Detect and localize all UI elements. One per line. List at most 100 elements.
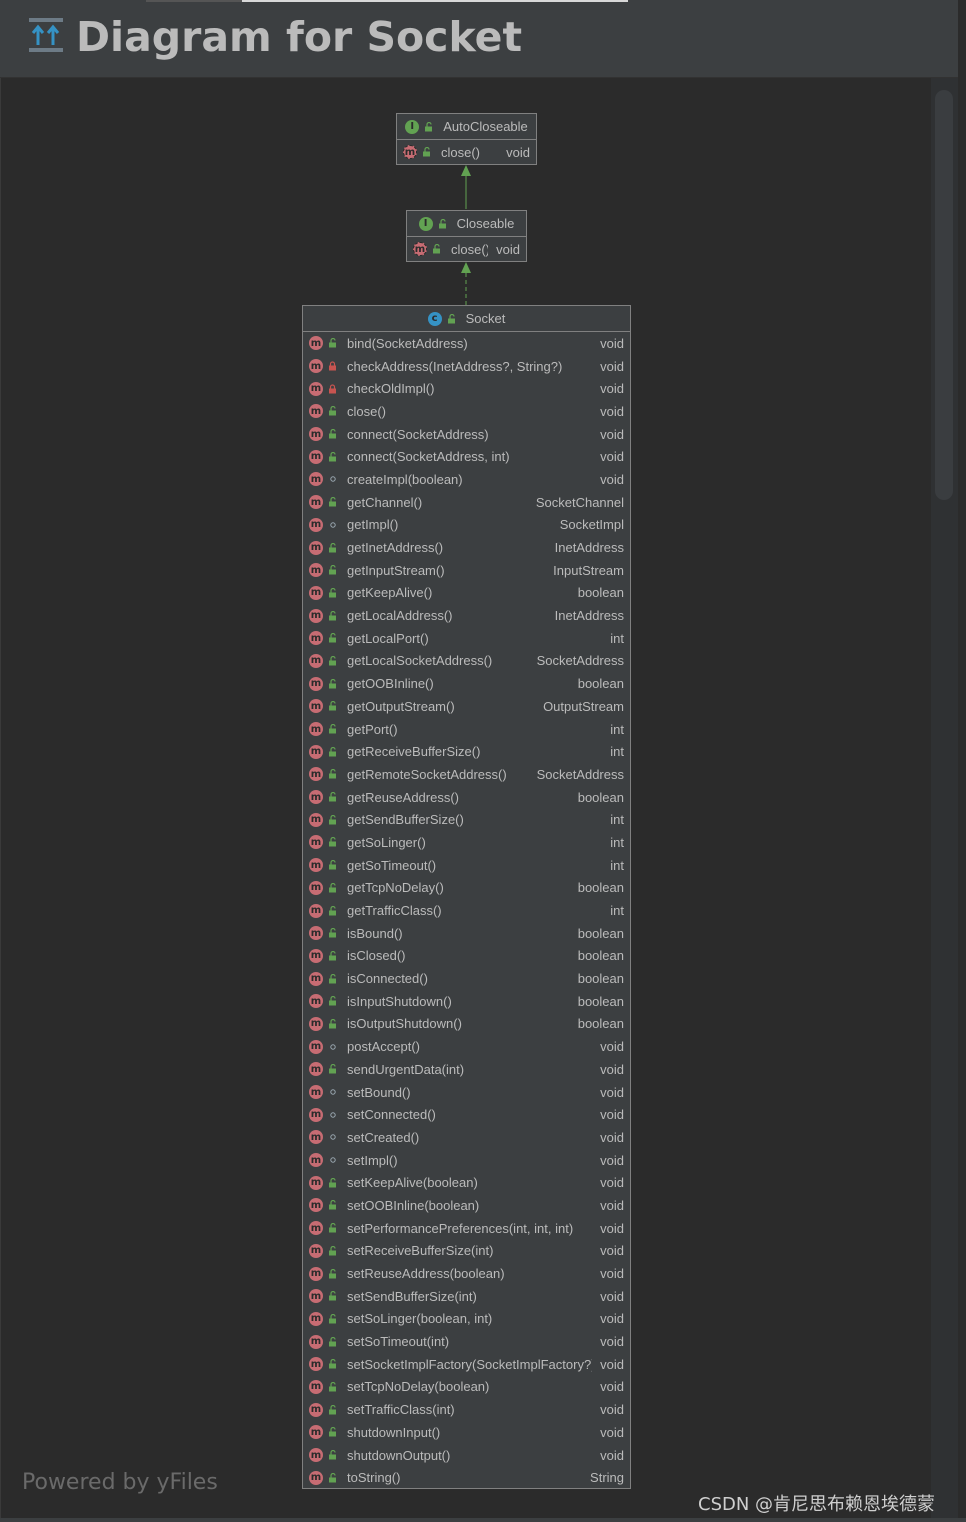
method-name: checkOldImpl() bbox=[347, 381, 435, 397]
method-icon: m bbox=[309, 1198, 323, 1213]
method-return-type: int bbox=[610, 857, 624, 873]
method-row[interactable]: m getPort() int bbox=[303, 718, 630, 741]
method-row[interactable]: m setBound() void bbox=[303, 1081, 630, 1104]
method-row[interactable]: m connect(SocketAddress) void bbox=[303, 423, 630, 446]
method-row[interactable]: m setSendBufferSize(int) void bbox=[303, 1285, 630, 1308]
method-row[interactable]: m getInetAddress() InetAddress bbox=[303, 536, 630, 559]
method-name: sendUrgentData(int) bbox=[347, 1061, 465, 1077]
method-row[interactable]: m getImpl() SocketImpl bbox=[303, 514, 630, 537]
method-row[interactable]: m getLocalSocketAddress() SocketAddress bbox=[303, 650, 630, 673]
method-row[interactable]: m isClosed() boolean bbox=[303, 945, 630, 968]
method-name: setTcpNoDelay(boolean) bbox=[347, 1379, 490, 1395]
method-row[interactable]: m setOOBInline(boolean) void bbox=[303, 1194, 630, 1217]
method-name: toString() bbox=[347, 1470, 401, 1486]
public-lock-icon bbox=[424, 121, 434, 132]
method-row[interactable]: m setSoTimeout(int) void bbox=[303, 1330, 630, 1353]
method-row[interactable]: m close() void bbox=[407, 237, 526, 261]
method-name: getReuseAddress() bbox=[347, 789, 459, 805]
method-return-type: InputStream bbox=[553, 562, 624, 578]
package-private-icon bbox=[328, 1042, 338, 1052]
node-autocloseable[interactable]: I AutoCloseable m close() void bbox=[396, 113, 537, 165]
public-lock-icon bbox=[328, 1336, 338, 1347]
method-name: isInputShutdown() bbox=[347, 993, 452, 1009]
method-row[interactable]: m setPerformancePreferences(int, int, int… bbox=[303, 1217, 630, 1240]
method-row[interactable]: m getReceiveBufferSize() int bbox=[303, 740, 630, 763]
method-return-type: void bbox=[600, 1152, 624, 1168]
method-row[interactable]: m getOOBInline() boolean bbox=[303, 672, 630, 695]
method-row[interactable]: m connect(SocketAddress, int) void bbox=[303, 445, 630, 468]
method-return-type: void bbox=[600, 1084, 624, 1100]
method-row[interactable]: m setImpl() void bbox=[303, 1149, 630, 1172]
method-row[interactable]: m bind(SocketAddress) void bbox=[303, 332, 630, 355]
method-row[interactable]: m setKeepAlive(boolean) void bbox=[303, 1171, 630, 1194]
method-row[interactable]: m checkAddress(InetAddress?, String?) void bbox=[303, 355, 630, 378]
method-row[interactable]: m isBound() boolean bbox=[303, 922, 630, 945]
method-icon: m bbox=[309, 1266, 323, 1281]
method-return-type: int bbox=[610, 834, 624, 850]
method-icon: m bbox=[309, 1289, 323, 1304]
public-lock-icon bbox=[328, 950, 338, 961]
node-closeable-methods: m close() void bbox=[407, 237, 526, 261]
method-row[interactable]: m checkOldImpl() void bbox=[303, 377, 630, 400]
method-return-type: boolean bbox=[577, 993, 624, 1009]
public-lock-icon bbox=[432, 244, 442, 254]
method-row[interactable]: m isInputShutdown() boolean bbox=[303, 990, 630, 1013]
method-row[interactable]: m postAccept() void bbox=[303, 1035, 630, 1058]
method-row[interactable]: m getOutputStream() OutputStream bbox=[303, 695, 630, 718]
public-lock-icon bbox=[328, 860, 338, 870]
method-return-type: void bbox=[600, 449, 624, 465]
method-icon: m bbox=[309, 608, 323, 623]
method-row[interactable]: m getTrafficClass() int bbox=[303, 899, 630, 922]
method-name: setConnected() bbox=[347, 1107, 436, 1123]
method-name: getTcpNoDelay() bbox=[347, 880, 444, 896]
public-lock-icon bbox=[328, 1177, 338, 1188]
method-icon: m bbox=[309, 540, 323, 555]
method-return-type: int bbox=[610, 903, 624, 919]
method-row[interactable]: m getChannel() SocketChannel bbox=[303, 491, 630, 514]
method-row[interactable]: m getReuseAddress() boolean bbox=[303, 786, 630, 809]
public-lock-icon bbox=[328, 792, 338, 802]
method-icon: m bbox=[309, 948, 323, 963]
method-row[interactable]: m isOutputShutdown() boolean bbox=[303, 1013, 630, 1036]
method-row[interactable]: m setReceiveBufferSize(int) void bbox=[303, 1240, 630, 1263]
method-return-type: SocketChannel bbox=[535, 494, 624, 510]
method-return-type: SocketImpl bbox=[559, 517, 624, 533]
node-socket[interactable]: c Socket m bind(SocketAddress) void m checkA… bbox=[302, 305, 631, 1489]
method-row[interactable]: m shutdownOutput() void bbox=[303, 1444, 630, 1467]
method-row[interactable]: m sendUrgentData(int) void bbox=[303, 1058, 630, 1081]
method-name: setReuseAddress(boolean) bbox=[347, 1266, 505, 1282]
method-row[interactable]: m getKeepAlive() boolean bbox=[303, 582, 630, 605]
method-return-type: void bbox=[506, 144, 530, 160]
method-row[interactable]: m getInputStream() InputStream bbox=[303, 559, 630, 582]
method-row[interactable]: m shutdownInput() void bbox=[303, 1421, 630, 1444]
method-row[interactable]: m createImpl(boolean) void bbox=[303, 468, 630, 491]
public-lock-icon bbox=[328, 1381, 338, 1392]
method-name: setSocketImplFactory(SocketImplFactory?) bbox=[347, 1356, 593, 1372]
method-return-type: void bbox=[600, 403, 624, 419]
method-return-type: void bbox=[600, 1175, 624, 1191]
method-row[interactable]: m setCreated() void bbox=[303, 1126, 630, 1149]
method-return-type: void bbox=[600, 1129, 624, 1145]
method-row[interactable]: m isConnected() boolean bbox=[303, 967, 630, 990]
method-row[interactable]: m setConnected() void bbox=[303, 1103, 630, 1126]
method-row[interactable]: m close() void bbox=[303, 400, 630, 423]
method-row[interactable]: m getLocalAddress() InetAddress bbox=[303, 604, 630, 627]
method-row[interactable]: m close() void bbox=[397, 140, 536, 164]
node-closeable[interactable]: I Closeable m close() void bbox=[406, 210, 527, 262]
method-row[interactable]: m setTrafficClass(int) void bbox=[303, 1398, 630, 1421]
method-name: getInetAddress() bbox=[347, 540, 444, 556]
method-row[interactable]: m getSendBufferSize() int bbox=[303, 808, 630, 831]
public-lock-icon bbox=[328, 1359, 338, 1369]
method-row[interactable]: m setTcpNoDelay(boolean) void bbox=[303, 1376, 630, 1399]
method-row[interactable]: m setReuseAddress(boolean) void bbox=[303, 1262, 630, 1285]
method-row[interactable]: m setSoLinger(boolean, int) void bbox=[303, 1308, 630, 1331]
method-row[interactable]: m getRemoteSocketAddress() SocketAddress bbox=[303, 763, 630, 786]
method-row[interactable]: m getSoLinger() int bbox=[303, 831, 630, 854]
scrollbar-thumb[interactable] bbox=[935, 90, 953, 500]
method-row[interactable]: m getLocalPort() int bbox=[303, 627, 630, 650]
method-row[interactable]: m getTcpNoDelay() boolean bbox=[303, 877, 630, 900]
method-row[interactable]: m getSoTimeout() int bbox=[303, 854, 630, 877]
method-row[interactable]: m toString() String bbox=[303, 1466, 630, 1489]
method-icon: m bbox=[309, 1243, 323, 1258]
method-row[interactable]: m setSocketImplFactory(SocketImplFactory?… bbox=[303, 1353, 630, 1376]
